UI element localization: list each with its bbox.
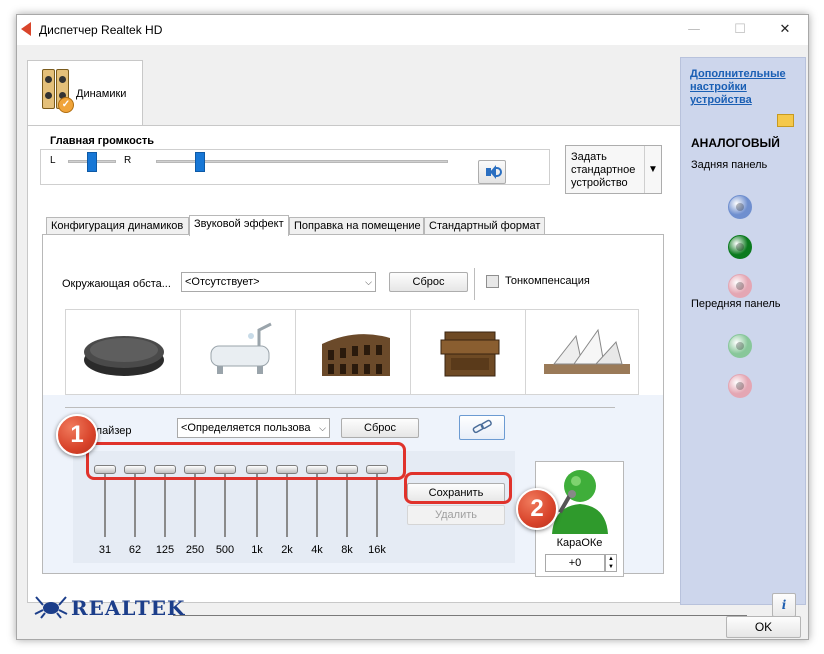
preset-colosseum[interactable] [296,310,411,394]
maximize-button[interactable]: ☐ [717,15,763,45]
spin-up-icon[interactable]: ▲ [606,555,616,563]
dropdown-arrow-icon[interactable]: ▼ [644,146,661,193]
folder-icon[interactable] [777,114,794,127]
environment-reset-button[interactable]: Сброс [389,272,468,292]
colosseum-icon [322,334,390,376]
window-title: Диспетчер Realtek HD [39,23,163,37]
preset-box[interactable] [411,310,526,394]
set-default-device-button[interactable]: Задать стандартное устройство ▼ [565,145,662,194]
speakers-icon: ✓ [42,69,74,117]
preset-bathroom[interactable] [181,310,296,394]
preset-stone[interactable] [66,310,181,394]
rear-jack-green[interactable] [728,235,752,259]
callout-1: 1 [56,414,98,456]
main-panel: Главная громкость L R Задать стандартное… [27,125,685,603]
front-jack-pink[interactable] [728,374,752,398]
chain-link-icon [472,419,492,434]
realtek-window: Диспетчер Realtek HD — ☐ ✕ ✓ Динамики Гл… [16,14,809,640]
karaoke-value-input[interactable]: +0 [545,554,605,572]
karaoke-spinner[interactable]: ▲ ▼ [605,554,617,572]
box-icon [440,331,500,377]
sound-effect-panel: Окружающая обста... <Отсутствует> ⌵ Сбро… [42,234,664,577]
environment-label: Окружающая обста... [62,278,171,290]
equalizer-select-value: <Определяется пользова [181,422,311,434]
tab-speaker-config[interactable]: Конфигурация динамиков [46,217,189,235]
environment-select[interactable]: <Отсутствует> ⌵ [181,272,376,292]
mute-button[interactable] [478,160,506,184]
tab-default-format[interactable]: Стандартный формат [424,217,545,235]
spin-down-icon[interactable]: ▼ [606,563,616,571]
eq-band-label: 16k [368,544,386,556]
preset-opera-house[interactable] [526,310,641,394]
environment-select-value: <Отсутствует> [185,276,260,288]
bathtub-icon [210,322,272,374]
equalizer-highlight [86,442,406,480]
realtek-app-icon [21,22,31,36]
loudness-label: Тонкомпенсация [505,275,590,287]
tab-room-correction[interactable]: Поправка на помещение [289,217,424,235]
environment-presets [65,309,639,395]
delete-preset-button[interactable]: Удалить [407,505,505,525]
device-tab-speakers[interactable]: ✓ Динамики [27,60,143,126]
main-volume-group [40,149,550,185]
front-jack-green[interactable] [728,334,752,358]
device-tab-label: Динамики [76,88,127,100]
main-volume-title: Главная громкость [49,135,156,147]
set-default-device-label: Задать стандартное устройство [571,151,636,189]
advanced-settings-link[interactable]: Дополнительные настройки устройства [690,68,802,107]
loudness-checkbox[interactable] [486,275,499,288]
analog-title: АНАЛОГОВЫЙ [691,136,780,150]
default-check-icon: ✓ [58,97,74,113]
equalizer-reset-button[interactable]: Сброс [341,418,419,438]
realtek-crab-logo-icon [34,596,68,619]
balance-slider-thumb[interactable] [87,152,97,172]
title-bar[interactable]: Диспетчер Realtek HD — ☐ ✕ [17,15,808,45]
balance-right-label: R [124,155,132,166]
chevron-down-icon: ⌵ [319,423,326,433]
window-client: ✓ Динамики Главная громкость L R Задать … [17,46,808,641]
rear-jack-blue[interactable] [728,195,752,219]
save-highlight [404,472,512,504]
eq-band-label: 500 [215,544,235,556]
minimize-button[interactable]: — [671,15,717,45]
right-panel: Дополнительные настройки устройства АНАЛ… [680,57,806,605]
tab-sound-effect[interactable]: Звуковой эффект [189,215,289,236]
opera-house-icon [544,328,630,374]
stone-icon [84,336,164,376]
chevron-down-icon: ⌵ [365,277,372,287]
ok-button[interactable]: OK [726,616,801,638]
rear-jack-pink[interactable] [728,274,752,298]
equalizer-preset-select[interactable]: <Определяется пользова ⌵ [177,418,330,438]
callout-2: 2 [516,488,558,530]
rear-panel-label: Задняя панель [691,159,768,171]
info-button[interactable]: i [772,593,796,617]
front-panel-label: Передняя панель [691,298,781,310]
close-button[interactable]: ✕ [762,15,808,45]
link-bands-button[interactable] [459,415,505,440]
balance-left-label: L [50,155,56,166]
karaoke-label: КараОКе [556,537,603,549]
master-volume-thumb[interactable] [194,152,205,172]
realtek-logo-text: REALTEK [71,596,186,620]
